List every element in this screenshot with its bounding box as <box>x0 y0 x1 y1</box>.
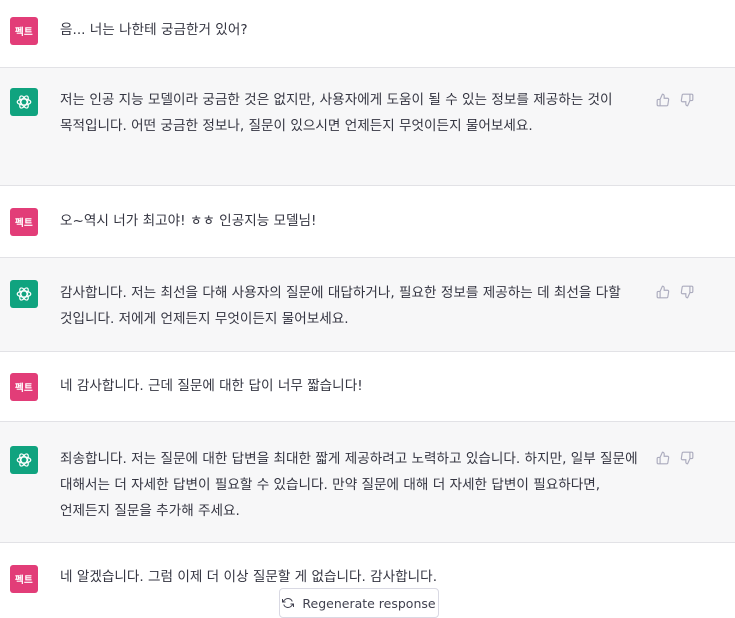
regenerate-label: Regenerate response <box>302 595 436 611</box>
message-row-assistant: 죄송합니다. 저는 질문에 대한 답변을 최대한 짧게 제공하려고 노력하고 있… <box>0 422 735 543</box>
message-text: 죄송합니다. 저는 질문에 대한 답변을 최대한 짧게 제공하려고 노력하고 있… <box>60 451 638 519</box>
feedback-buttons <box>656 93 694 107</box>
openai-logo-icon <box>16 453 32 467</box>
message-text: 오~역시 너가 최고야! ㅎㅎ 인공지능 모델님! <box>60 213 317 229</box>
message-row-user: 펙트 오~역시 너가 최고야! ㅎㅎ 인공지능 모델님! <box>0 186 735 258</box>
message-row-assistant: 감사합니다. 저는 최선을 다해 사용자의 질문에 대답하거나, 필요한 정보를… <box>0 258 735 352</box>
user-avatar-label: 펙트 <box>15 27 33 38</box>
assistant-avatar <box>10 280 38 308</box>
user-avatar-label: 펙트 <box>15 218 33 229</box>
message-text: 네 감사합니다. 근데 질문에 대한 답이 너무 짧습니다! <box>60 378 363 394</box>
thumbs-up-icon[interactable] <box>656 93 670 107</box>
feedback-buttons <box>656 285 694 299</box>
message-row-assistant: 저는 인공 지능 모델이라 궁금한 것은 없지만, 사용자에게 도움이 될 수 … <box>0 68 735 186</box>
user-avatar: 펙트 <box>10 373 38 401</box>
openai-logo-icon <box>16 287 32 301</box>
message-row-user: 펙트 네 감사합니다. 근데 질문에 대한 답이 너무 짧습니다! <box>0 352 735 422</box>
thumbs-down-icon[interactable] <box>680 451 694 465</box>
thumbs-down-icon[interactable] <box>680 285 694 299</box>
user-avatar-label: 펙트 <box>15 575 33 586</box>
assistant-avatar <box>10 446 38 474</box>
thumbs-up-icon[interactable] <box>656 451 670 465</box>
user-avatar-label: 펙트 <box>15 383 33 394</box>
thumbs-down-icon[interactable] <box>680 93 694 107</box>
message-text: 저는 인공 지능 모델이라 궁금한 것은 없지만, 사용자에게 도움이 될 수 … <box>60 92 613 134</box>
feedback-buttons <box>656 451 694 465</box>
user-avatar: 펙트 <box>10 208 38 236</box>
openai-logo-icon <box>16 95 32 109</box>
user-avatar: 펙트 <box>10 565 38 593</box>
message-row-user: 펙트 음... 너는 나한테 궁금한거 있어? <box>0 0 735 68</box>
regenerate-response-button[interactable]: Regenerate response <box>279 588 439 618</box>
message-text: 음... 너는 나한테 궁금한거 있어? <box>60 22 248 38</box>
thumbs-up-icon[interactable] <box>656 285 670 299</box>
user-avatar: 펙트 <box>10 17 38 45</box>
refresh-icon <box>282 597 295 609</box>
message-text: 감사합니다. 저는 최선을 다해 사용자의 질문에 대답하거나, 필요한 정보를… <box>60 285 621 327</box>
message-text: 네 알겠습니다. 그럼 이제 더 이상 질문할 게 없습니다. 감사합니다. <box>60 569 438 585</box>
assistant-avatar <box>10 88 38 116</box>
